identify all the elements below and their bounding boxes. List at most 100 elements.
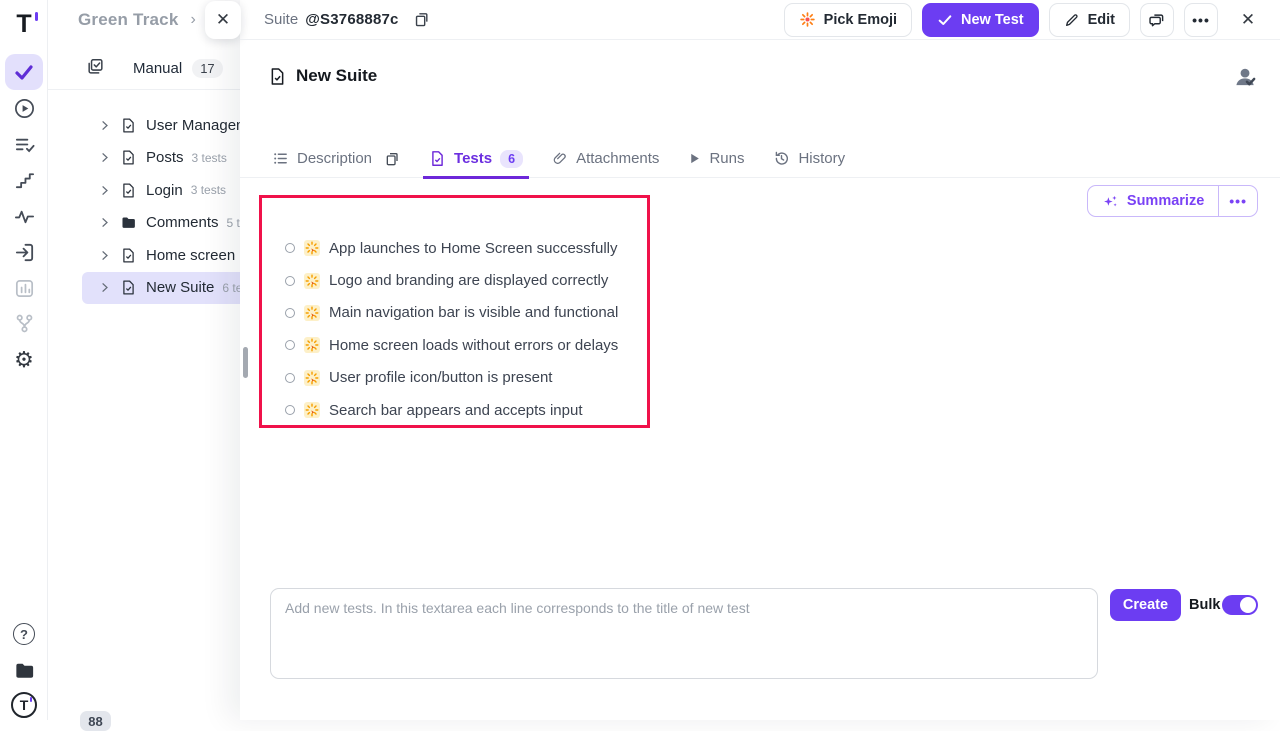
sidebar-item-steps[interactable] [0,162,48,198]
app-logo[interactable]: T [0,6,48,42]
logo-t-icon: T [16,12,31,37]
summarize-split-button[interactable]: Summarize ••• [1087,185,1258,217]
help-button[interactable]: ? [0,616,48,652]
test-title[interactable]: User profile icon/button is present [329,369,552,386]
tab-history[interactable]: History [773,140,845,178]
summarize-button[interactable]: Summarize [1088,186,1218,216]
comments-button[interactable] [1140,3,1174,37]
test-status-circle[interactable] [285,243,295,253]
speech-bubbles-icon [1148,11,1166,29]
clipboard-check-icon [86,57,105,81]
sidebar-item-branches[interactable] [0,305,48,341]
tab-attachments[interactable]: Attachments [552,140,659,178]
sidebar-item-settings[interactable]: ⚙ [0,342,48,378]
copy-id-button[interactable] [413,11,430,28]
page-title: New Suite [296,66,377,86]
test-row[interactable]: Search bar appears and accepts input [285,394,618,426]
test-row[interactable]: User profile icon/button is present [285,362,618,394]
new-test-label: New Test [961,12,1024,28]
copy-description-button[interactable] [384,151,400,167]
edit-button[interactable]: Edit [1049,3,1130,37]
chevron-right-icon[interactable] [97,183,112,198]
close-panel-button[interactable]: ✕ [1232,4,1264,36]
gear-icon: ⚙ [14,349,34,371]
suite-doc-icon [120,247,137,264]
test-status-circle[interactable] [285,340,295,350]
sparkles-icon [1102,193,1119,210]
test-row[interactable]: Logo and branding are displayed correctl… [285,264,618,296]
sidebar-item-runs[interactable] [0,90,48,126]
chevron-right-icon[interactable] [97,248,112,263]
test-title[interactable]: Main navigation bar is visible and funct… [329,304,618,321]
new-test-button[interactable]: New Test [922,3,1039,37]
bulk-toggle[interactable] [1222,595,1258,615]
play-icon [688,152,701,165]
collision-emoji-icon [304,402,320,418]
more-actions-button[interactable]: ••• [1184,3,1218,37]
paperclip-icon [552,151,568,167]
scrollbar-handle[interactable] [243,347,248,378]
test-row[interactable]: Main navigation bar is visible and funct… [285,297,618,329]
suite-doc-icon [429,150,446,167]
test-status-circle[interactable] [285,373,295,383]
test-status-circle[interactable] [285,276,295,286]
bulk-label: Bulk [1189,597,1220,613]
collision-emoji-icon [304,337,320,353]
test-row[interactable]: Home screen loads without errors or dela… [285,329,618,361]
suite-header-bar: Suite @S3768887c Pick Emoji New Test Edi… [240,0,1280,40]
suite-title-row: New Suite [268,62,1258,90]
test-status-circle[interactable] [285,405,295,415]
tab-description[interactable]: Description [272,140,400,178]
test-title[interactable]: Home screen loads without errors or dela… [329,337,618,354]
tab-manual[interactable]: Manual [133,60,182,77]
test-row[interactable]: App launches to Home Screen successfully [285,232,618,264]
chevron-right-icon[interactable] [97,150,112,165]
folder-icon [13,659,36,682]
collision-emoji-icon [304,240,320,256]
tree-item-login[interactable]: Login 3 tests [82,174,258,207]
more-icon: ••• [1229,193,1247,209]
sidebar-item-plans[interactable] [0,126,48,162]
entity-type-label: Suite [264,11,298,28]
watchers-button[interactable] [1233,64,1258,89]
summarize-more-button[interactable]: ••• [1219,186,1257,216]
pick-emoji-button[interactable]: Pick Emoji [784,3,912,37]
suite-tabs: Description Tests 6 Attachments Runs His… [240,140,1280,178]
test-title[interactable]: App launches to Home Screen successfully [329,240,617,257]
tree-item-user-management[interactable]: User Management [82,109,258,142]
chevron-right-icon[interactable] [97,280,112,295]
account-button[interactable]: T [0,687,48,723]
icon-rail: T ⚙ ? T [0,0,48,720]
test-status-circle[interactable] [285,308,295,318]
chevron-right-icon[interactable] [97,215,112,230]
tree-item-comments[interactable]: Comments 5 tests [82,207,258,240]
suite-doc-icon [268,67,287,86]
tree-item-posts[interactable]: Posts 3 tests [82,142,258,175]
sidebar-item-analytics[interactable] [0,270,48,306]
collision-emoji-icon [304,370,320,386]
tests-list: App launches to Home Screen successfully… [285,232,618,426]
sidebar-item-pulse[interactable] [0,198,48,234]
sidebar-item-pull[interactable] [0,234,48,270]
test-title[interactable]: Search bar appears and accepts input [329,402,583,419]
tab-runs[interactable]: Runs [688,140,744,178]
chevron-right-icon[interactable] [97,118,112,133]
add-tests-form: Create Bulk [240,588,1280,720]
panel-close-notch-button[interactable]: ✕ [205,1,241,39]
tree-item-new-suite[interactable]: New Suite 6 tests [82,272,258,305]
suite-doc-icon [120,117,137,134]
stairs-icon [13,169,36,192]
sidebar-item-tests[interactable] [5,54,43,90]
close-icon: ✕ [216,10,230,30]
create-button[interactable]: Create [1110,589,1181,621]
t-circle-icon: T [11,692,37,718]
pencil-icon [1064,12,1080,28]
test-title[interactable]: Logo and branding are displayed correctl… [329,272,608,289]
add-tests-textarea[interactable] [270,588,1098,679]
tree-item-home-screen[interactable]: Home screen 3 tests [82,239,258,272]
suite-doc-icon [120,182,137,199]
tab-tests[interactable]: Tests 6 [429,140,523,178]
project-name[interactable]: Green Track [78,10,178,30]
collision-emoji-icon [304,273,320,289]
projects-button[interactable] [0,652,48,688]
